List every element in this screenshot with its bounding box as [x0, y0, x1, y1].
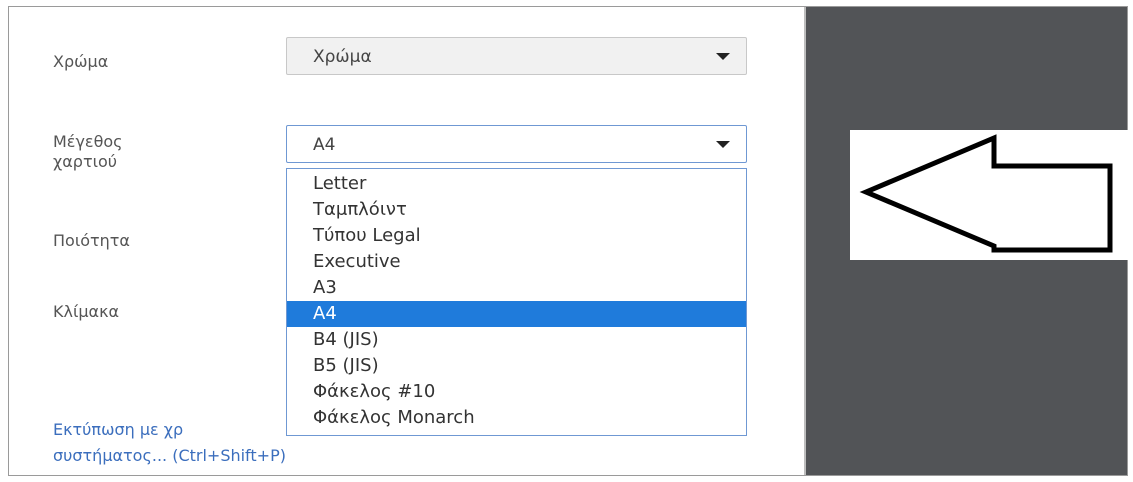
- chevron-down-icon: [716, 53, 730, 60]
- dropdown-option-tabloid[interactable]: Ταμπλόιντ: [287, 197, 746, 223]
- scale-label: Κλίμακα: [53, 302, 120, 321]
- dropdown-option-b4-jis[interactable]: B4 (JIS): [287, 327, 746, 353]
- color-label: Χρώμα: [53, 52, 109, 71]
- dropdown-option-envelope-monarch[interactable]: Φάκελος Monarch: [287, 405, 746, 431]
- dropdown-option-a4[interactable]: A4: [287, 301, 746, 327]
- annotation-arrow: [850, 130, 1130, 260]
- paper-size-select[interactable]: A4: [286, 125, 747, 163]
- quality-label: Ποιότητα: [53, 231, 130, 250]
- color-select[interactable]: Χρώμα: [286, 37, 747, 75]
- dropdown-option-legal[interactable]: Τύπου Legal: [287, 223, 746, 249]
- paper-size-dropdown-list: Letter Ταμπλόιντ Τύπου Legal Executive A…: [286, 168, 747, 436]
- color-select-value: Χρώμα: [313, 47, 372, 67]
- dropdown-option-executive[interactable]: Executive: [287, 249, 746, 275]
- dropdown-option-b5-jis[interactable]: B5 (JIS): [287, 353, 746, 379]
- paper-size-select-value: A4: [313, 135, 336, 155]
- dropdown-option-letter[interactable]: Letter: [287, 171, 746, 197]
- paper-size-label: Μέγεθος χαρτιού: [53, 132, 123, 171]
- dropdown-option-a3[interactable]: A3: [287, 275, 746, 301]
- chevron-down-icon: [716, 141, 730, 148]
- left-arrow-icon: [859, 134, 1113, 253]
- system-dialog-link-line2: συστήματος... (Ctrl+Shift+P): [53, 446, 286, 465]
- dropdown-option-envelope-10[interactable]: Φάκελος #10: [287, 379, 746, 405]
